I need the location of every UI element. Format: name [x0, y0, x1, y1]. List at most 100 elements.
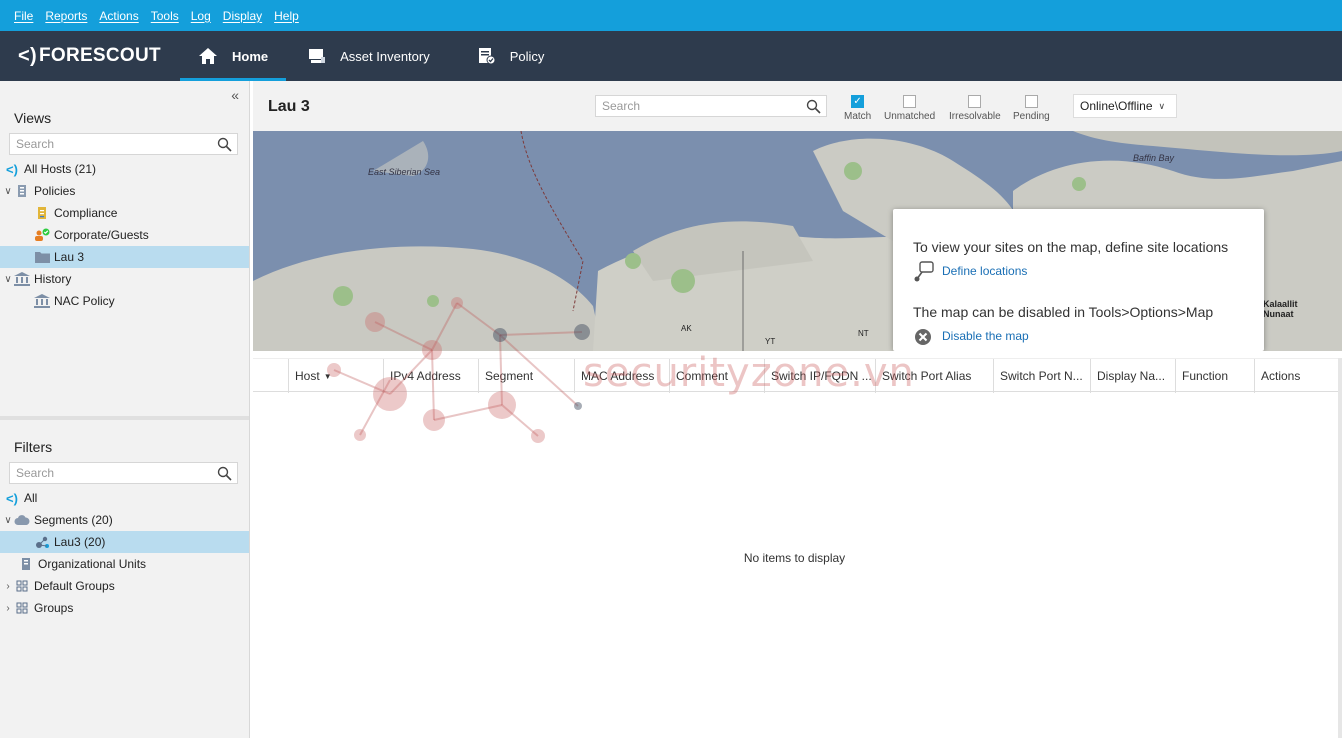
search-icon[interactable]	[217, 137, 232, 152]
filter-item-organizational-units[interactable]: Organizational Units	[0, 553, 249, 575]
checkbox-icon[interactable]	[1024, 95, 1038, 108]
tab-home[interactable]: Home	[180, 31, 287, 81]
column-host[interactable]: Host ▼	[288, 359, 383, 393]
main-search-input[interactable]: Search	[595, 95, 827, 117]
sites-map[interactable]: East Siberian Sea Baffin Bay AK YT NT Ka…	[253, 131, 1342, 351]
checkbox-label: Irresolvable	[949, 111, 1001, 122]
filter-item-label: All	[24, 491, 38, 505]
tree-item-compliance[interactable]: Compliance	[0, 202, 249, 224]
checkbox-label: Unmatched	[884, 111, 936, 122]
forescout-mark-icon: <)	[18, 44, 37, 67]
filters-title: Filters	[14, 439, 53, 455]
tree-item-label: History	[34, 272, 72, 286]
collapse-panel-icon[interactable]: «	[231, 87, 239, 103]
filter-item-segments[interactable]: ∨ Segments (20)	[0, 509, 249, 531]
chevron-right-icon[interactable]: ›	[2, 603, 14, 614]
column-mac[interactable]: MAC Address	[574, 359, 669, 393]
disable-map-link[interactable]: Disable the map	[942, 329, 1029, 343]
column-label: Switch IP/FQDN ...	[771, 369, 872, 383]
menu-file[interactable]: File	[14, 9, 33, 23]
column-label: Actions	[1261, 369, 1301, 383]
empty-table-message: No items to display	[743, 551, 846, 565]
main-search-placeholder: Search	[602, 99, 641, 113]
menu-bar: File Reports Actions Tools Log Display H…	[0, 0, 1342, 31]
column-label: Host	[295, 369, 320, 383]
tab-home-label: Home	[232, 48, 269, 64]
online-offline-dropdown[interactable]: Online\Offline ∨	[1073, 94, 1177, 118]
dropdown-value: Online\Offline	[1080, 99, 1153, 113]
menu-help[interactable]: Help	[274, 9, 299, 23]
column-switch-port-name[interactable]: Switch Port N...	[993, 359, 1090, 393]
search-icon[interactable]	[217, 466, 232, 481]
unmatched-checkbox[interactable]: Unmatched	[884, 95, 935, 122]
search-icon[interactable]	[806, 99, 821, 114]
checkbox-checked-icon[interactable]: ✓	[851, 95, 865, 108]
tree-item-nac-policy[interactable]: NAC Policy	[0, 290, 249, 312]
views-search-input[interactable]: Search	[9, 133, 238, 155]
tab-policy[interactable]: Policy	[460, 31, 563, 81]
column-switch-port-alias[interactable]: Switch Port Alias	[875, 359, 993, 393]
map-label-kalaallit-nunaat: Kalaallit Nunaat	[1263, 299, 1298, 319]
column-actions[interactable]: Actions	[1254, 359, 1334, 393]
policy-icon	[478, 48, 496, 65]
column-display-name[interactable]: Display Na...	[1090, 359, 1175, 393]
filter-item-default-groups[interactable]: › Default Groups	[0, 575, 249, 597]
chevron-right-icon[interactable]: ›	[2, 581, 14, 592]
checkbox-label: Pending	[1013, 111, 1050, 122]
forescout-mark-icon: <)	[6, 490, 18, 506]
filter-item-label: Segments (20)	[34, 513, 113, 527]
column-label: Comment	[676, 369, 729, 383]
tree-item-lau3[interactable]: Lau 3	[0, 246, 249, 268]
filter-item-label: Groups	[34, 601, 74, 615]
filters-search-input[interactable]: Search	[9, 462, 238, 484]
irresolvable-checkbox[interactable]: Irresolvable	[949, 95, 1001, 122]
column-switch-ip[interactable]: Switch IP/FQDN ...	[764, 359, 875, 393]
column-label: MAC Address	[581, 369, 655, 383]
table-scrollbar[interactable]	[1338, 358, 1342, 738]
column-comment[interactable]: Comment	[669, 359, 764, 393]
define-locations-link[interactable]: Define locations	[942, 264, 1027, 278]
tree-item-history[interactable]: ∨ History	[0, 268, 249, 290]
history-icon	[14, 271, 30, 287]
menu-display[interactable]: Display	[223, 9, 262, 23]
tree-item-label: NAC Policy	[54, 294, 115, 308]
policies-icon	[14, 183, 30, 199]
filter-item-lau3[interactable]: Lau3 (20)	[0, 531, 249, 553]
menu-log[interactable]: Log	[191, 9, 211, 23]
tree-item-all-hosts[interactable]: <) All Hosts (21)	[0, 158, 249, 180]
map-label-east-siberian-sea: East Siberian Sea	[368, 167, 441, 177]
menu-actions[interactable]: Actions	[99, 9, 138, 23]
tree-item-corporate-guests[interactable]: Corporate/Guests	[0, 224, 249, 246]
map-label-baffin-bay: Baffin Bay	[1133, 153, 1175, 163]
popover-message-define: To view your sites on the map, define si…	[913, 239, 1229, 255]
tree-item-label: Corporate/Guests	[54, 228, 149, 242]
chevron-down-icon[interactable]: ∨	[2, 274, 14, 285]
tree-item-policies[interactable]: ∨ Policies	[0, 180, 249, 202]
column-ipv4[interactable]: IPv4 Address	[383, 359, 478, 393]
pending-checkbox[interactable]: Pending	[1013, 95, 1050, 122]
panel-divider[interactable]	[0, 416, 249, 420]
column-segment[interactable]: Segment	[478, 359, 574, 393]
tab-asset-inventory[interactable]: Asset Inventory	[290, 31, 448, 81]
column-label: IPv4 Address	[390, 369, 461, 383]
chevron-down-icon[interactable]: ∨	[2, 515, 14, 526]
groups-icon	[14, 600, 30, 616]
filters-tree: <) All ∨ Segments (20) Lau3 (20) Organiz…	[0, 487, 249, 619]
column-select[interactable]	[253, 359, 288, 393]
checkbox-icon[interactable]	[968, 95, 982, 108]
column-function[interactable]: Function	[1175, 359, 1254, 393]
checkbox-icon[interactable]	[903, 95, 917, 108]
tab-policy-label: Policy	[509, 48, 545, 64]
menu-tools[interactable]: Tools	[151, 9, 179, 23]
map-label-ak: AK	[681, 324, 692, 333]
chevron-down-icon[interactable]: ∨	[2, 186, 14, 197]
org-unit-icon	[18, 556, 34, 572]
filter-item-groups[interactable]: › Groups	[0, 597, 249, 619]
users-check-icon	[34, 227, 50, 243]
map-label-nt: NT	[858, 329, 869, 338]
match-checkbox[interactable]: ✓ Match	[844, 95, 871, 122]
menu-reports[interactable]: Reports	[45, 9, 87, 23]
column-label: Switch Port N...	[1000, 369, 1083, 383]
nac-policy-icon	[34, 293, 50, 309]
filter-item-all[interactable]: <) All	[0, 487, 249, 509]
